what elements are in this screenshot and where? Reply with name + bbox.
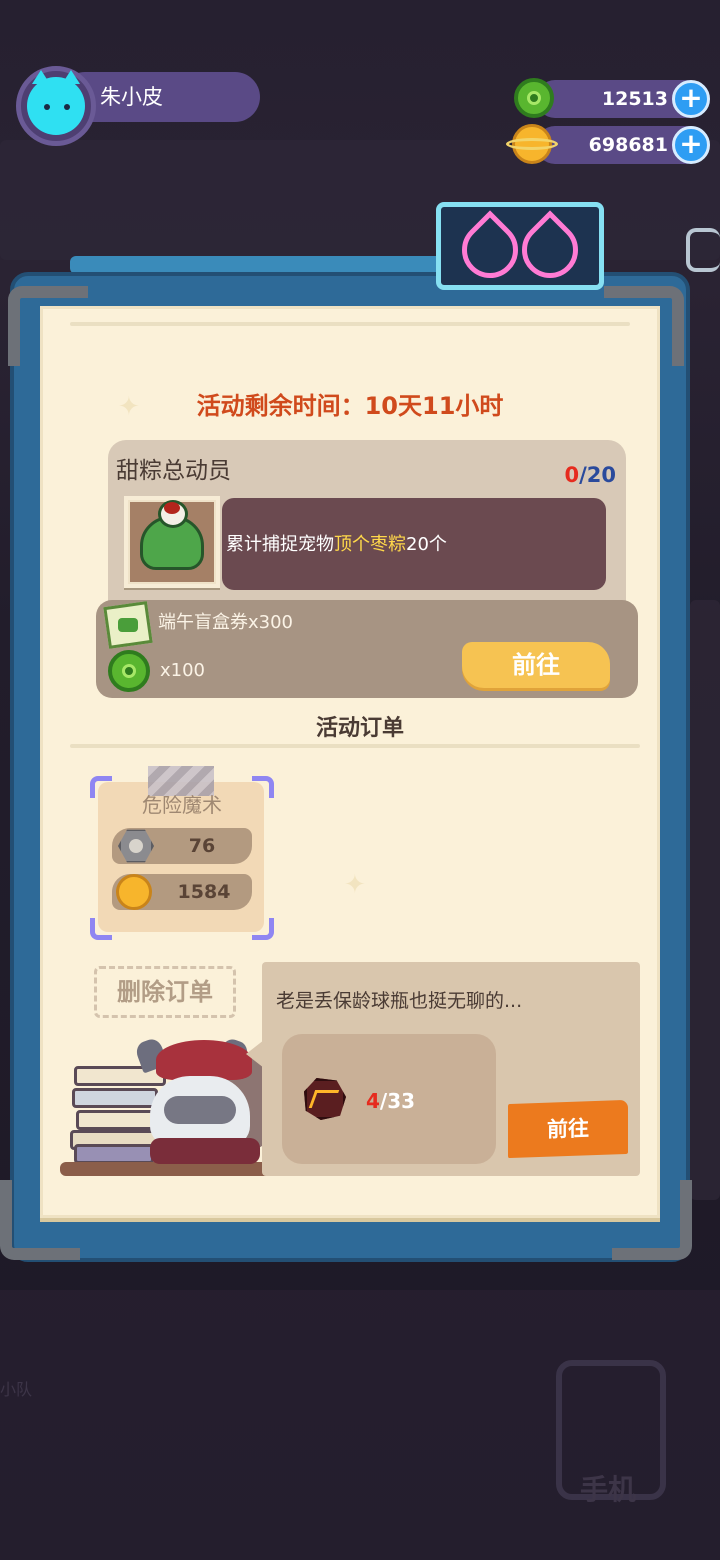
- book-stack: [76, 1110, 160, 1130]
- sparkle-icon: ✦: [344, 870, 366, 900]
- task-progress: 0/20: [526, 458, 616, 492]
- desk: [60, 1162, 280, 1176]
- speech-bubble-tail: [246, 1040, 264, 1068]
- order-coin-value: 1584: [177, 881, 231, 903]
- raccoon-beret: [156, 1040, 252, 1080]
- speech-text: 老是丢保龄球瓶也挺无聊的...: [276, 990, 523, 1012]
- gem-count: 12513: [601, 88, 668, 110]
- task-desc-highlight: 顶个枣粽: [334, 534, 406, 555]
- gem-icon-center: [527, 91, 541, 105]
- raccoon-mask: [164, 1096, 236, 1124]
- zongzi-date: [164, 502, 180, 514]
- quest-item-count: 4/33: [366, 1084, 476, 1118]
- order-nut-value: 76: [188, 835, 216, 857]
- gem-icon-center: [122, 664, 136, 678]
- book-stack: [74, 1144, 154, 1164]
- task-title: 甜粽总动员: [116, 458, 231, 484]
- cat-avatar-icon: [27, 77, 85, 135]
- book-stack: [72, 1088, 158, 1108]
- task-desc-suffix: 20个: [406, 534, 447, 555]
- quest-go-button[interactable]: 前往: [508, 1099, 628, 1159]
- background-right-wall: [690, 600, 720, 1200]
- order-bracket-bl: [90, 918, 112, 940]
- phone-label: 手机: [580, 1473, 637, 1506]
- orders-divider: [70, 744, 640, 748]
- add-gems-button[interactable]: +: [672, 80, 710, 118]
- task-progress-total: /20: [579, 463, 616, 487]
- coin-ring: [506, 138, 558, 150]
- ticket-emblem: [118, 618, 138, 632]
- orders-section-title: 活动订单: [315, 716, 404, 741]
- event-remaining-time: 活动剩余时间：10天11小时: [196, 392, 504, 420]
- nut-hole: [129, 839, 143, 853]
- reward-gem-text: x100: [160, 660, 206, 681]
- coin-icon: [116, 874, 152, 910]
- order-bracket-br: [252, 918, 274, 940]
- task-go-button[interactable]: 前往: [462, 642, 610, 688]
- avatar-ear-left: [32, 70, 50, 84]
- quest-item-total: /33: [379, 1089, 416, 1113]
- coin-count: 698681: [588, 134, 668, 156]
- task-desc-prefix: 累计捕捉宠物: [226, 534, 334, 555]
- avatar-eye-left: [44, 104, 50, 110]
- clip-icon: [686, 228, 720, 272]
- delete-order-button[interactable]: 删除订单: [94, 966, 236, 1018]
- avatar-ear-right: [62, 70, 80, 84]
- team-label: 小队: [0, 1380, 33, 1399]
- avatar-eye-right: [64, 104, 70, 110]
- add-coins-button[interactable]: +: [672, 126, 710, 164]
- task-description: 累计捕捉宠物顶个枣粽20个: [226, 528, 596, 562]
- quest-item-current: 4: [366, 1089, 380, 1113]
- reward-ticket-text: 端午盲盒券x300: [158, 612, 294, 633]
- task-progress-current: 0: [564, 463, 580, 487]
- raccoon-body: [150, 1138, 260, 1164]
- order-title: 危险魔术: [142, 793, 222, 817]
- paper-top-rule: [70, 322, 630, 326]
- player-name: 朱小皮: [100, 85, 163, 109]
